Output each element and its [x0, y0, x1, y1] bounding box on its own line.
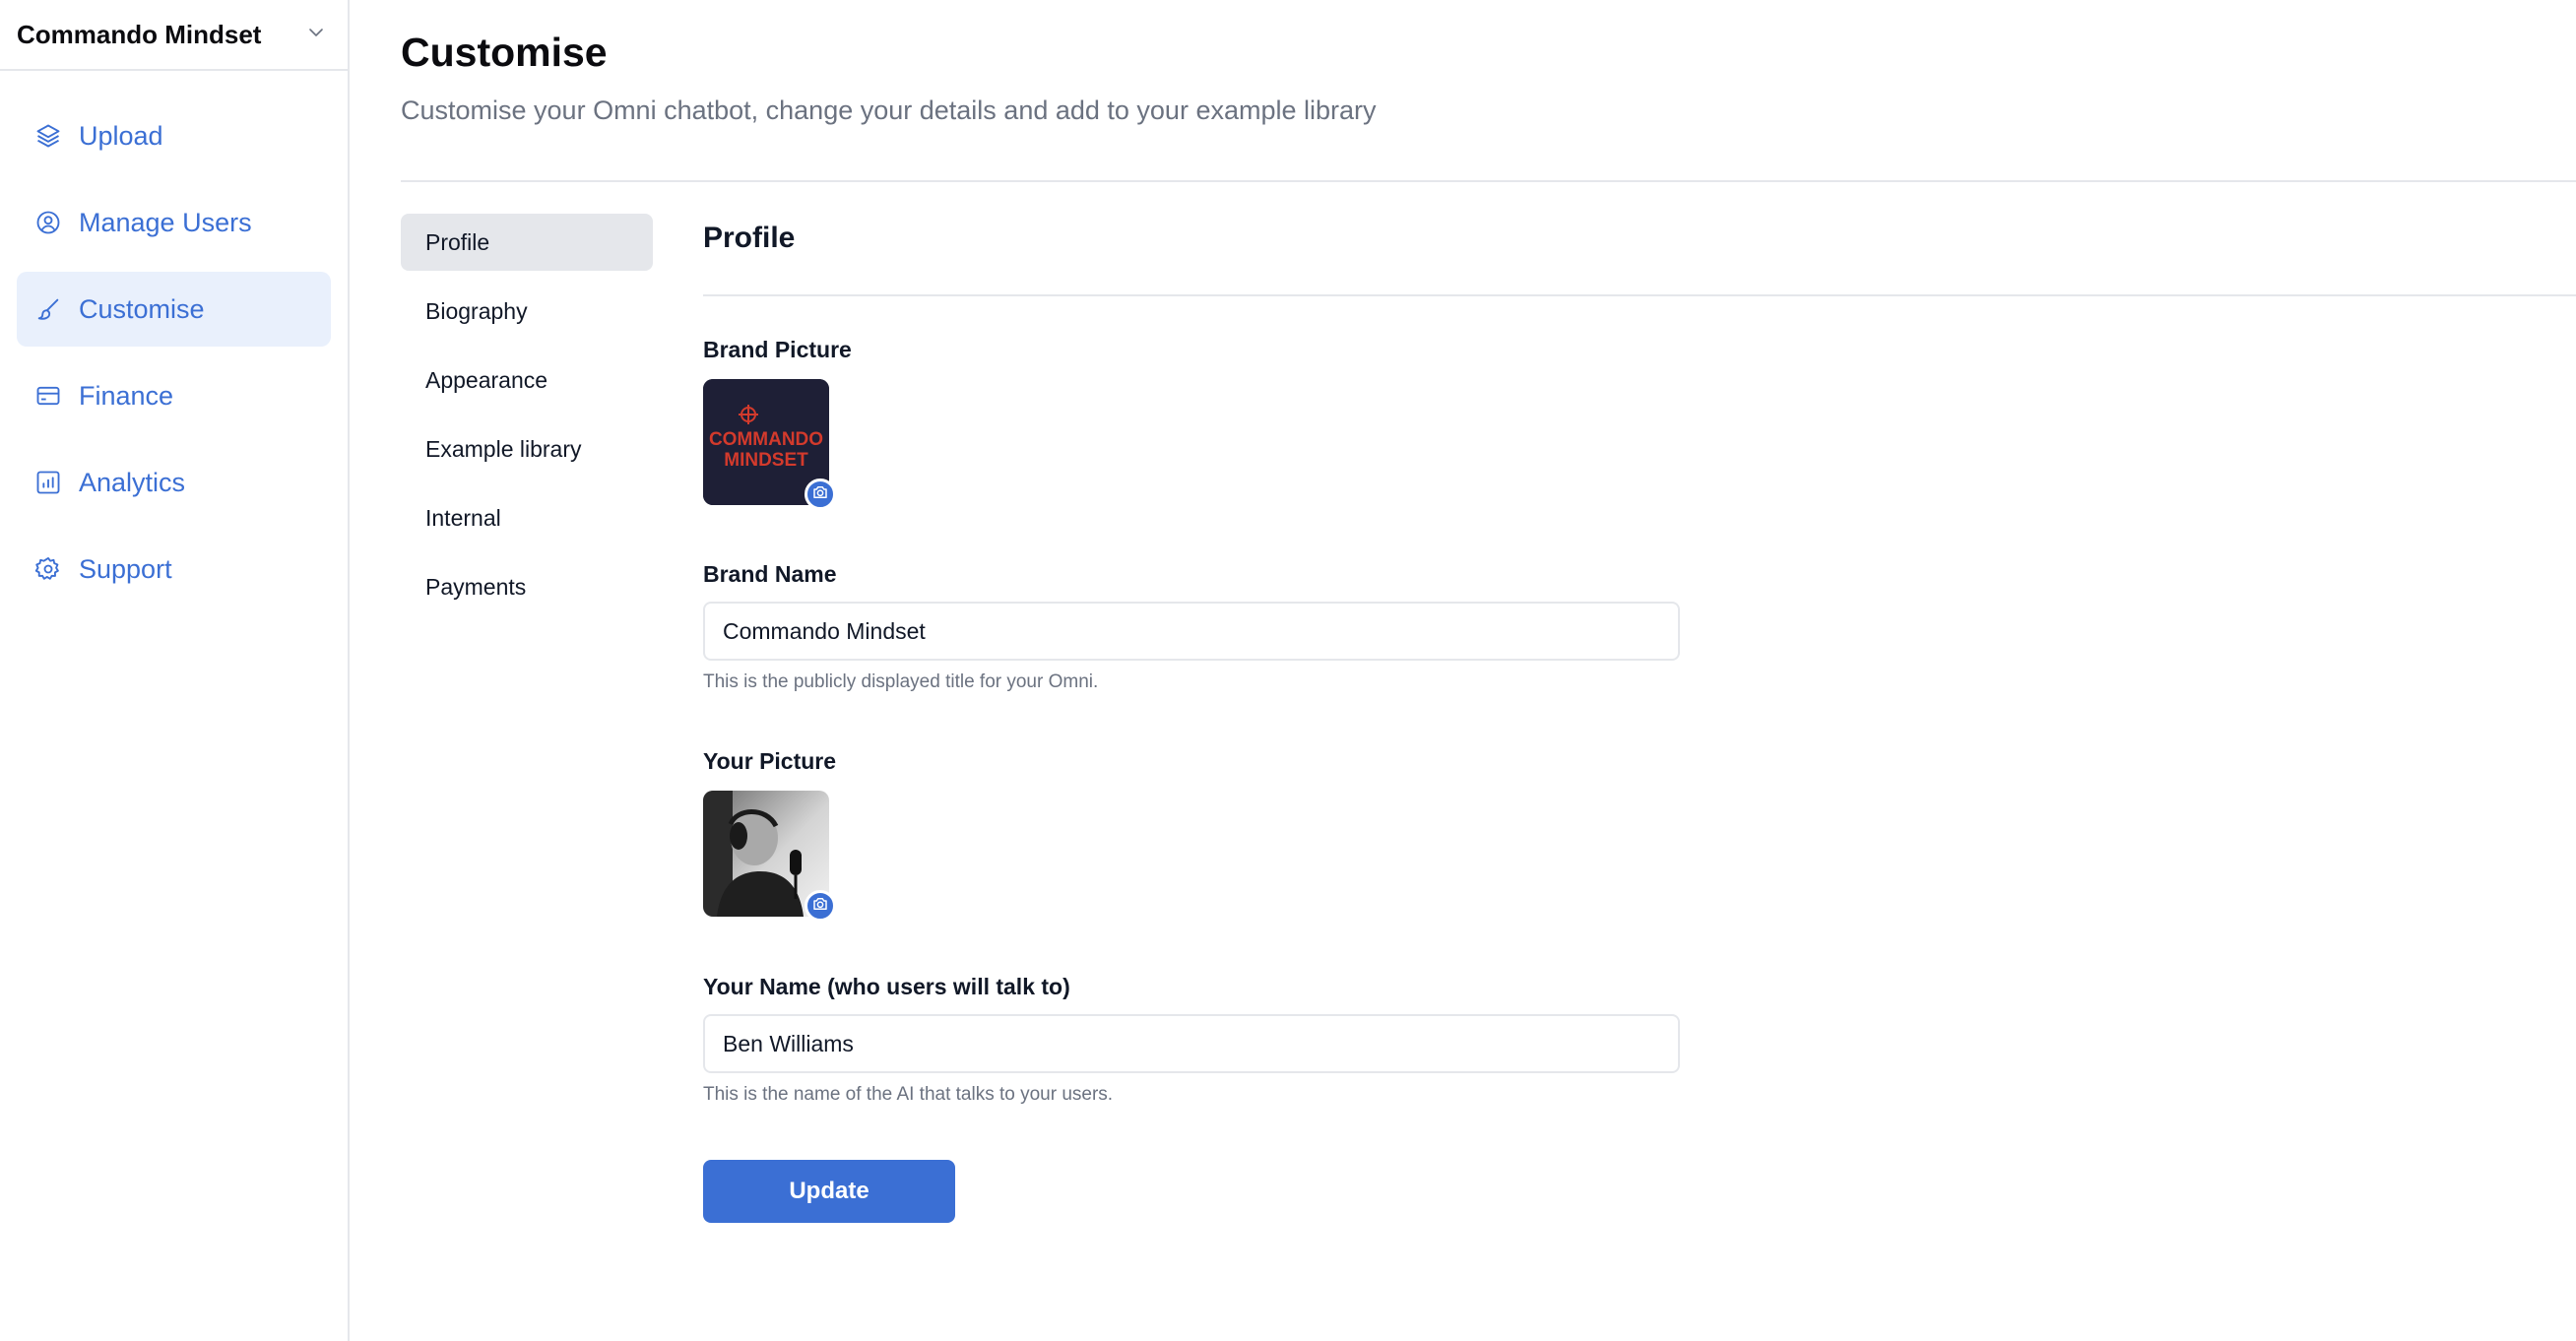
- logo-line-1: COMMANDO: [709, 429, 823, 450]
- brand-name-label: Brand Name: [703, 561, 837, 587]
- logo-line-2: MINDSET: [724, 450, 808, 471]
- your-name-input[interactable]: [703, 1014, 1680, 1073]
- bar-chart-icon: [33, 468, 63, 497]
- camera-icon: [811, 895, 829, 918]
- sidebar-item-label: Finance: [79, 380, 174, 411]
- section-title: Profile: [703, 222, 796, 254]
- sidebar-item-label: Manage Users: [79, 207, 252, 237]
- sidebar-item-analytics[interactable]: Analytics: [17, 445, 331, 520]
- settings-subnav: Profile Biography Appearance Example lib…: [401, 214, 653, 627]
- chevron-down-icon: [306, 23, 326, 47]
- your-name-hint: This is the name of the AI that talks to…: [703, 1084, 1114, 1105]
- subnav-item-profile[interactable]: Profile: [401, 214, 653, 271]
- change-brand-picture-button[interactable]: [805, 479, 836, 510]
- subnav-item-internal[interactable]: Internal: [401, 489, 653, 546]
- workspace-switcher[interactable]: Commando Mindset: [0, 0, 348, 71]
- brand-name-input[interactable]: [703, 602, 1680, 661]
- update-button[interactable]: Update: [703, 1160, 955, 1223]
- sidebar-item-label: Upload: [79, 120, 163, 151]
- camera-icon: [811, 483, 829, 506]
- brand-name-hint: This is the publicly displayed title for…: [703, 671, 1099, 692]
- page-title: Customise: [401, 30, 608, 75]
- layers-icon: [33, 121, 63, 151]
- change-your-picture-button[interactable]: [805, 890, 836, 922]
- sidebar: Commando Mindset Upload Manage Users Cus…: [0, 0, 350, 1341]
- divider: [401, 180, 2576, 182]
- sidebar-nav: Upload Manage Users Customise Finance An…: [0, 71, 348, 607]
- sidebar-item-support[interactable]: Support: [17, 532, 331, 607]
- your-picture-label: Your Picture: [703, 748, 837, 774]
- subnav-item-biography[interactable]: Biography: [401, 283, 653, 340]
- sidebar-item-manage-users[interactable]: Manage Users: [17, 185, 331, 260]
- sidebar-item-label: Support: [79, 553, 172, 584]
- sidebar-item-finance[interactable]: Finance: [17, 358, 331, 433]
- brush-icon: [33, 294, 63, 324]
- subnav-item-payments[interactable]: Payments: [401, 558, 653, 615]
- subnav-item-example-library[interactable]: Example library: [401, 420, 653, 478]
- sidebar-item-label: Analytics: [79, 467, 186, 497]
- subnav-item-appearance[interactable]: Appearance: [401, 351, 653, 409]
- credit-card-icon: [33, 381, 63, 411]
- gear-icon: [33, 554, 63, 584]
- user-circle-icon: [33, 208, 63, 237]
- sidebar-item-customise[interactable]: Customise: [17, 272, 331, 347]
- divider: [703, 294, 2576, 296]
- sidebar-item-upload[interactable]: Upload: [17, 98, 331, 173]
- brand-picture-label: Brand Picture: [703, 337, 852, 362]
- page-subtitle: Customise your Omni chatbot, change your…: [401, 96, 1377, 125]
- profile-panel: Profile Brand Picture COMMANDO MINDSET B…: [703, 214, 2576, 1223]
- main-content: Customise Customise your Omni chatbot, c…: [401, 0, 2576, 1341]
- sidebar-item-label: Customise: [79, 293, 205, 324]
- workspace-name: Commando Mindset: [17, 19, 262, 49]
- your-name-label: Your Name (who users will talk to): [703, 974, 1070, 999]
